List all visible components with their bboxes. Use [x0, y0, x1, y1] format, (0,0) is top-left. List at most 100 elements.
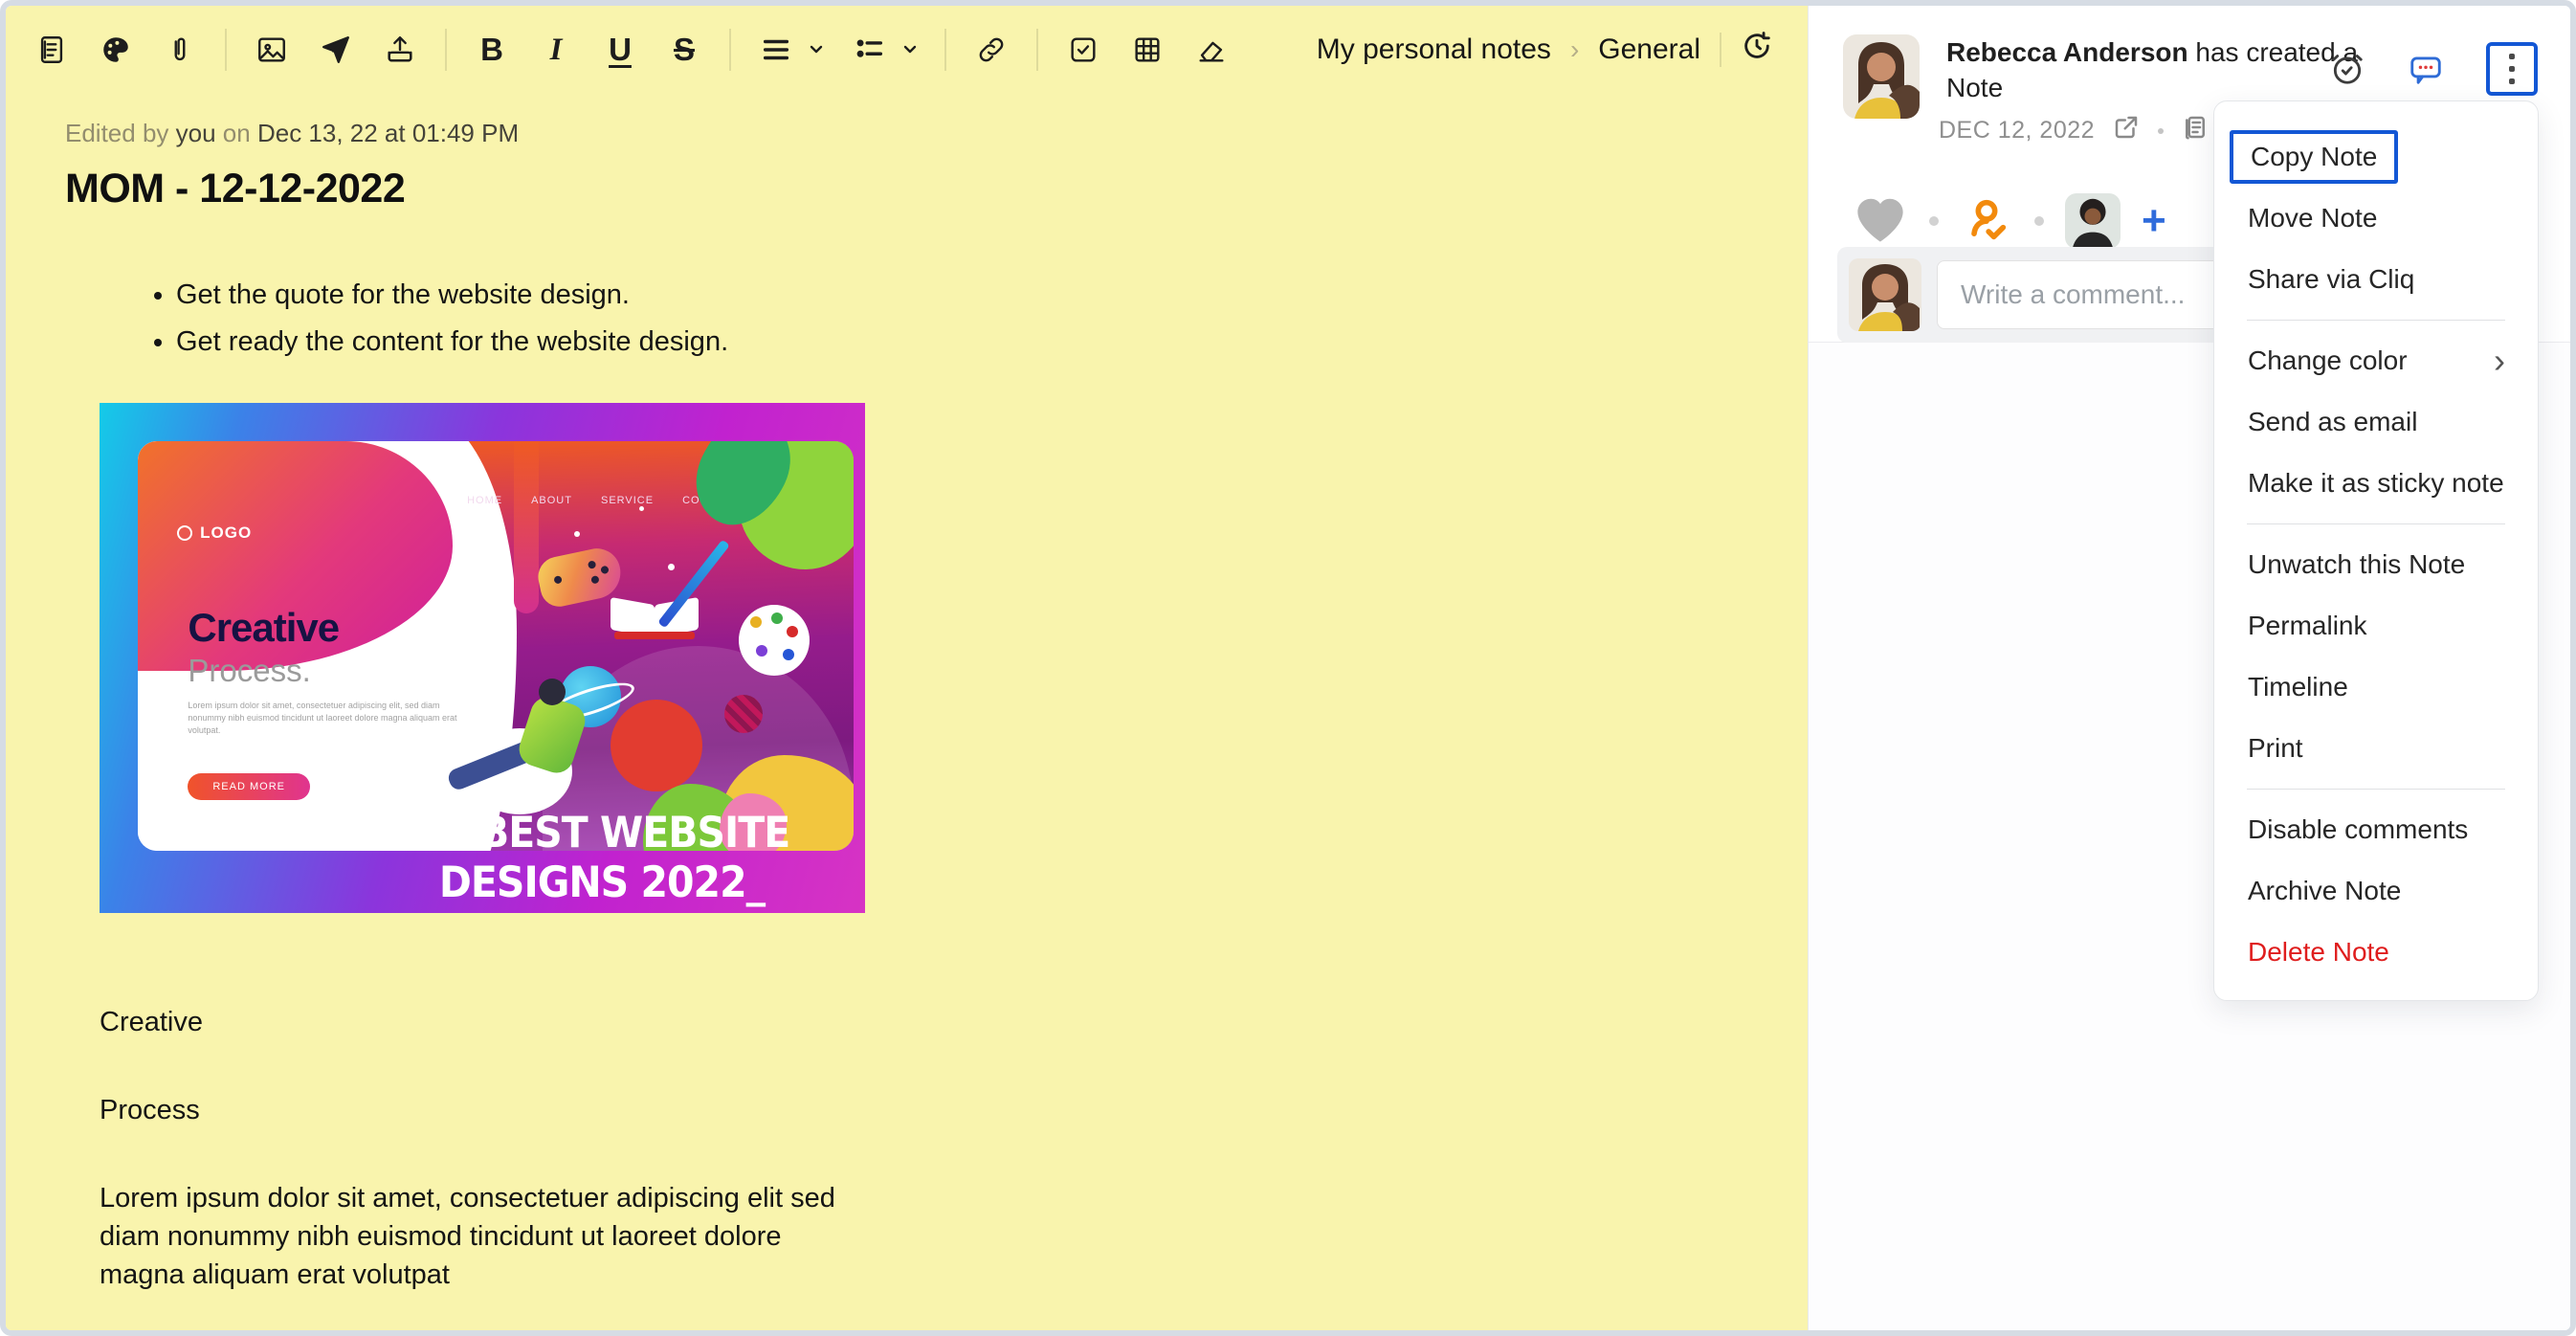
version-history-icon[interactable] — [1741, 30, 1773, 70]
breadcrumb-parent[interactable]: My personal notes — [1317, 33, 1551, 66]
note-paragraph: Creative — [100, 1003, 860, 1041]
commenter-avatar — [1849, 258, 1921, 331]
menu-item-send-as-email[interactable]: Send as email — [2214, 391, 2538, 453]
eraser-icon[interactable] — [1192, 31, 1231, 69]
menu-item-delete-note[interactable]: Delete Note — [2214, 922, 2538, 983]
edited-connector: on — [223, 119, 251, 147]
menu-item-label: Permalink — [2248, 611, 2366, 641]
note-embedded-image[interactable]: LOGO HOME ABOUT SERVICE CONTACT FAQ Crea… — [100, 403, 865, 913]
menu-item-label: Archive Note — [2248, 876, 2401, 906]
star-dot — [668, 564, 675, 570]
menu-item-copy-note[interactable]: Copy Note — [2214, 126, 2538, 188]
menu-item-label: Print — [2248, 733, 2303, 764]
menu-item-move-note[interactable]: Move Note — [2214, 188, 2538, 249]
book-illustration — [611, 597, 699, 639]
save-to-tray-icon[interactable] — [381, 31, 419, 69]
menu-item-change-color[interactable]: Change color› — [2214, 330, 2538, 391]
menu-item-label: Make it as sticky note — [2248, 468, 2504, 499]
toolbar-divider — [445, 29, 447, 71]
note-content: Edited by you on Dec 13, 22 at 01:49 PM … — [6, 94, 1808, 1294]
reminder-alarm-icon[interactable] — [2329, 51, 2365, 87]
align-icon[interactable] — [757, 31, 795, 69]
menu-item-label: Copy Note — [2230, 130, 2398, 184]
note-paragraphs: Creative Process Lorem ipsum dolor sit a… — [100, 1003, 860, 1294]
app-window: B I U S — [0, 0, 2576, 1336]
menu-item-label: Change color — [2248, 345, 2494, 376]
menu-item-print[interactable]: Print — [2214, 718, 2538, 779]
breadcrumb-separator-icon: › — [1570, 34, 1579, 65]
menu-item-label: Share via Cliq — [2248, 264, 2414, 295]
mockup-headline-sub: Process. — [188, 653, 339, 689]
edited-timestamp: Dec 13, 22 at 01:49 PM — [257, 119, 519, 147]
link-icon[interactable] — [972, 31, 1010, 69]
table-icon[interactable] — [1128, 31, 1166, 69]
menu-divider — [2247, 789, 2505, 790]
basketball-illustration — [611, 700, 702, 791]
menu-item-label: Send as email — [2248, 407, 2417, 437]
menu-item-label: Move Note — [2248, 203, 2377, 234]
strikethrough-button[interactable]: S — [665, 31, 703, 69]
underline-button[interactable]: U — [601, 31, 639, 69]
menu-item-label: Delete Note — [2248, 937, 2389, 968]
header-actions — [2329, 42, 2538, 96]
mockup-read-more-button: READ MORE — [188, 773, 310, 800]
menu-item-label: Timeline — [2248, 672, 2348, 702]
more-options-button[interactable] — [2486, 42, 2538, 96]
bold-button[interactable]: B — [473, 31, 511, 69]
breadcrumb-current[interactable]: General — [1598, 33, 1700, 66]
reactor-avatar[interactable] — [2065, 193, 2121, 249]
add-reaction-button[interactable]: + — [2142, 202, 2166, 240]
checkbox-icon[interactable] — [1064, 31, 1102, 69]
author-name: Rebecca Anderson — [1946, 37, 2188, 67]
note-title: MOM - 12-12-2022 — [65, 166, 1808, 212]
menu-item-timeline[interactable]: Timeline — [2214, 657, 2538, 718]
menu-item-disable-comments[interactable]: Disable comments — [2214, 799, 2538, 860]
meta-dot — [2158, 128, 2164, 134]
note-template-icon[interactable] — [33, 31, 71, 69]
mockup-headline: Creative Process. — [188, 605, 339, 689]
menu-divider — [2247, 523, 2505, 524]
italic-button[interactable]: I — [537, 31, 575, 69]
nav-item: ABOUT — [531, 495, 572, 506]
menu-item-archive-note[interactable]: Archive Note — [2214, 860, 2538, 922]
note-options-menu: Copy Note Move Note Share via Cliq Chang… — [2213, 100, 2539, 1001]
toolbar-divider — [729, 29, 731, 71]
breadcrumb-divider — [1720, 33, 1721, 67]
menu-item-permalink[interactable]: Permalink — [2214, 595, 2538, 657]
color-palette-icon[interactable] — [97, 31, 135, 69]
edited-meta: Edited by you on Dec 13, 22 at 01:49 PM — [65, 119, 1808, 148]
like-heart-icon[interactable] — [1853, 194, 1908, 249]
mockup-body-text: Lorem ipsum dolor sit amet, consectetuer… — [188, 700, 475, 737]
align-chevron-down-icon[interactable] — [808, 41, 825, 58]
note-date: DEC 12, 2022 — [1939, 117, 2095, 145]
note-paragraph: Process — [100, 1091, 860, 1129]
activity-pane: Rebecca Anderson has created a Note DEC … — [1808, 6, 2570, 1330]
nav-item: SERVICE — [601, 495, 654, 506]
comments-icon[interactable] — [2408, 51, 2444, 87]
note-bullet-list: Get the quote for the website design. Ge… — [65, 276, 1808, 361]
edited-prefix: Edited by — [65, 119, 168, 147]
list-chevron-down-icon[interactable] — [901, 41, 919, 58]
assignee-check-icon[interactable] — [1960, 194, 2013, 249]
toolbar-divider — [944, 29, 946, 71]
insert-image-icon[interactable] — [253, 31, 291, 69]
underline-label: U — [609, 32, 632, 68]
toolbar-divider — [1036, 29, 1038, 71]
send-icon[interactable] — [317, 31, 355, 69]
menu-item-unwatch-note[interactable]: Unwatch this Note — [2214, 534, 2538, 595]
open-in-new-icon[interactable] — [2112, 113, 2141, 148]
strikethrough-label: S — [674, 32, 695, 68]
submenu-chevron-icon: › — [2494, 346, 2505, 375]
toolbar-divider — [225, 29, 227, 71]
italic-label: I — [550, 33, 563, 68]
list-icon[interactable] — [851, 31, 889, 69]
copy-document-icon[interactable] — [2181, 113, 2210, 148]
attachment-icon[interactable] — [161, 31, 199, 69]
reaction-dot — [2034, 216, 2044, 226]
bold-label: B — [480, 32, 503, 68]
author-avatar[interactable] — [1843, 34, 1920, 119]
menu-item-make-sticky-note[interactable]: Make it as sticky note — [2214, 453, 2538, 514]
menu-item-share-via-cliq[interactable]: Share via Cliq — [2214, 249, 2538, 310]
bullet-item: Get the quote for the website design. — [176, 276, 1808, 314]
mockup-drip-shape — [514, 441, 539, 613]
